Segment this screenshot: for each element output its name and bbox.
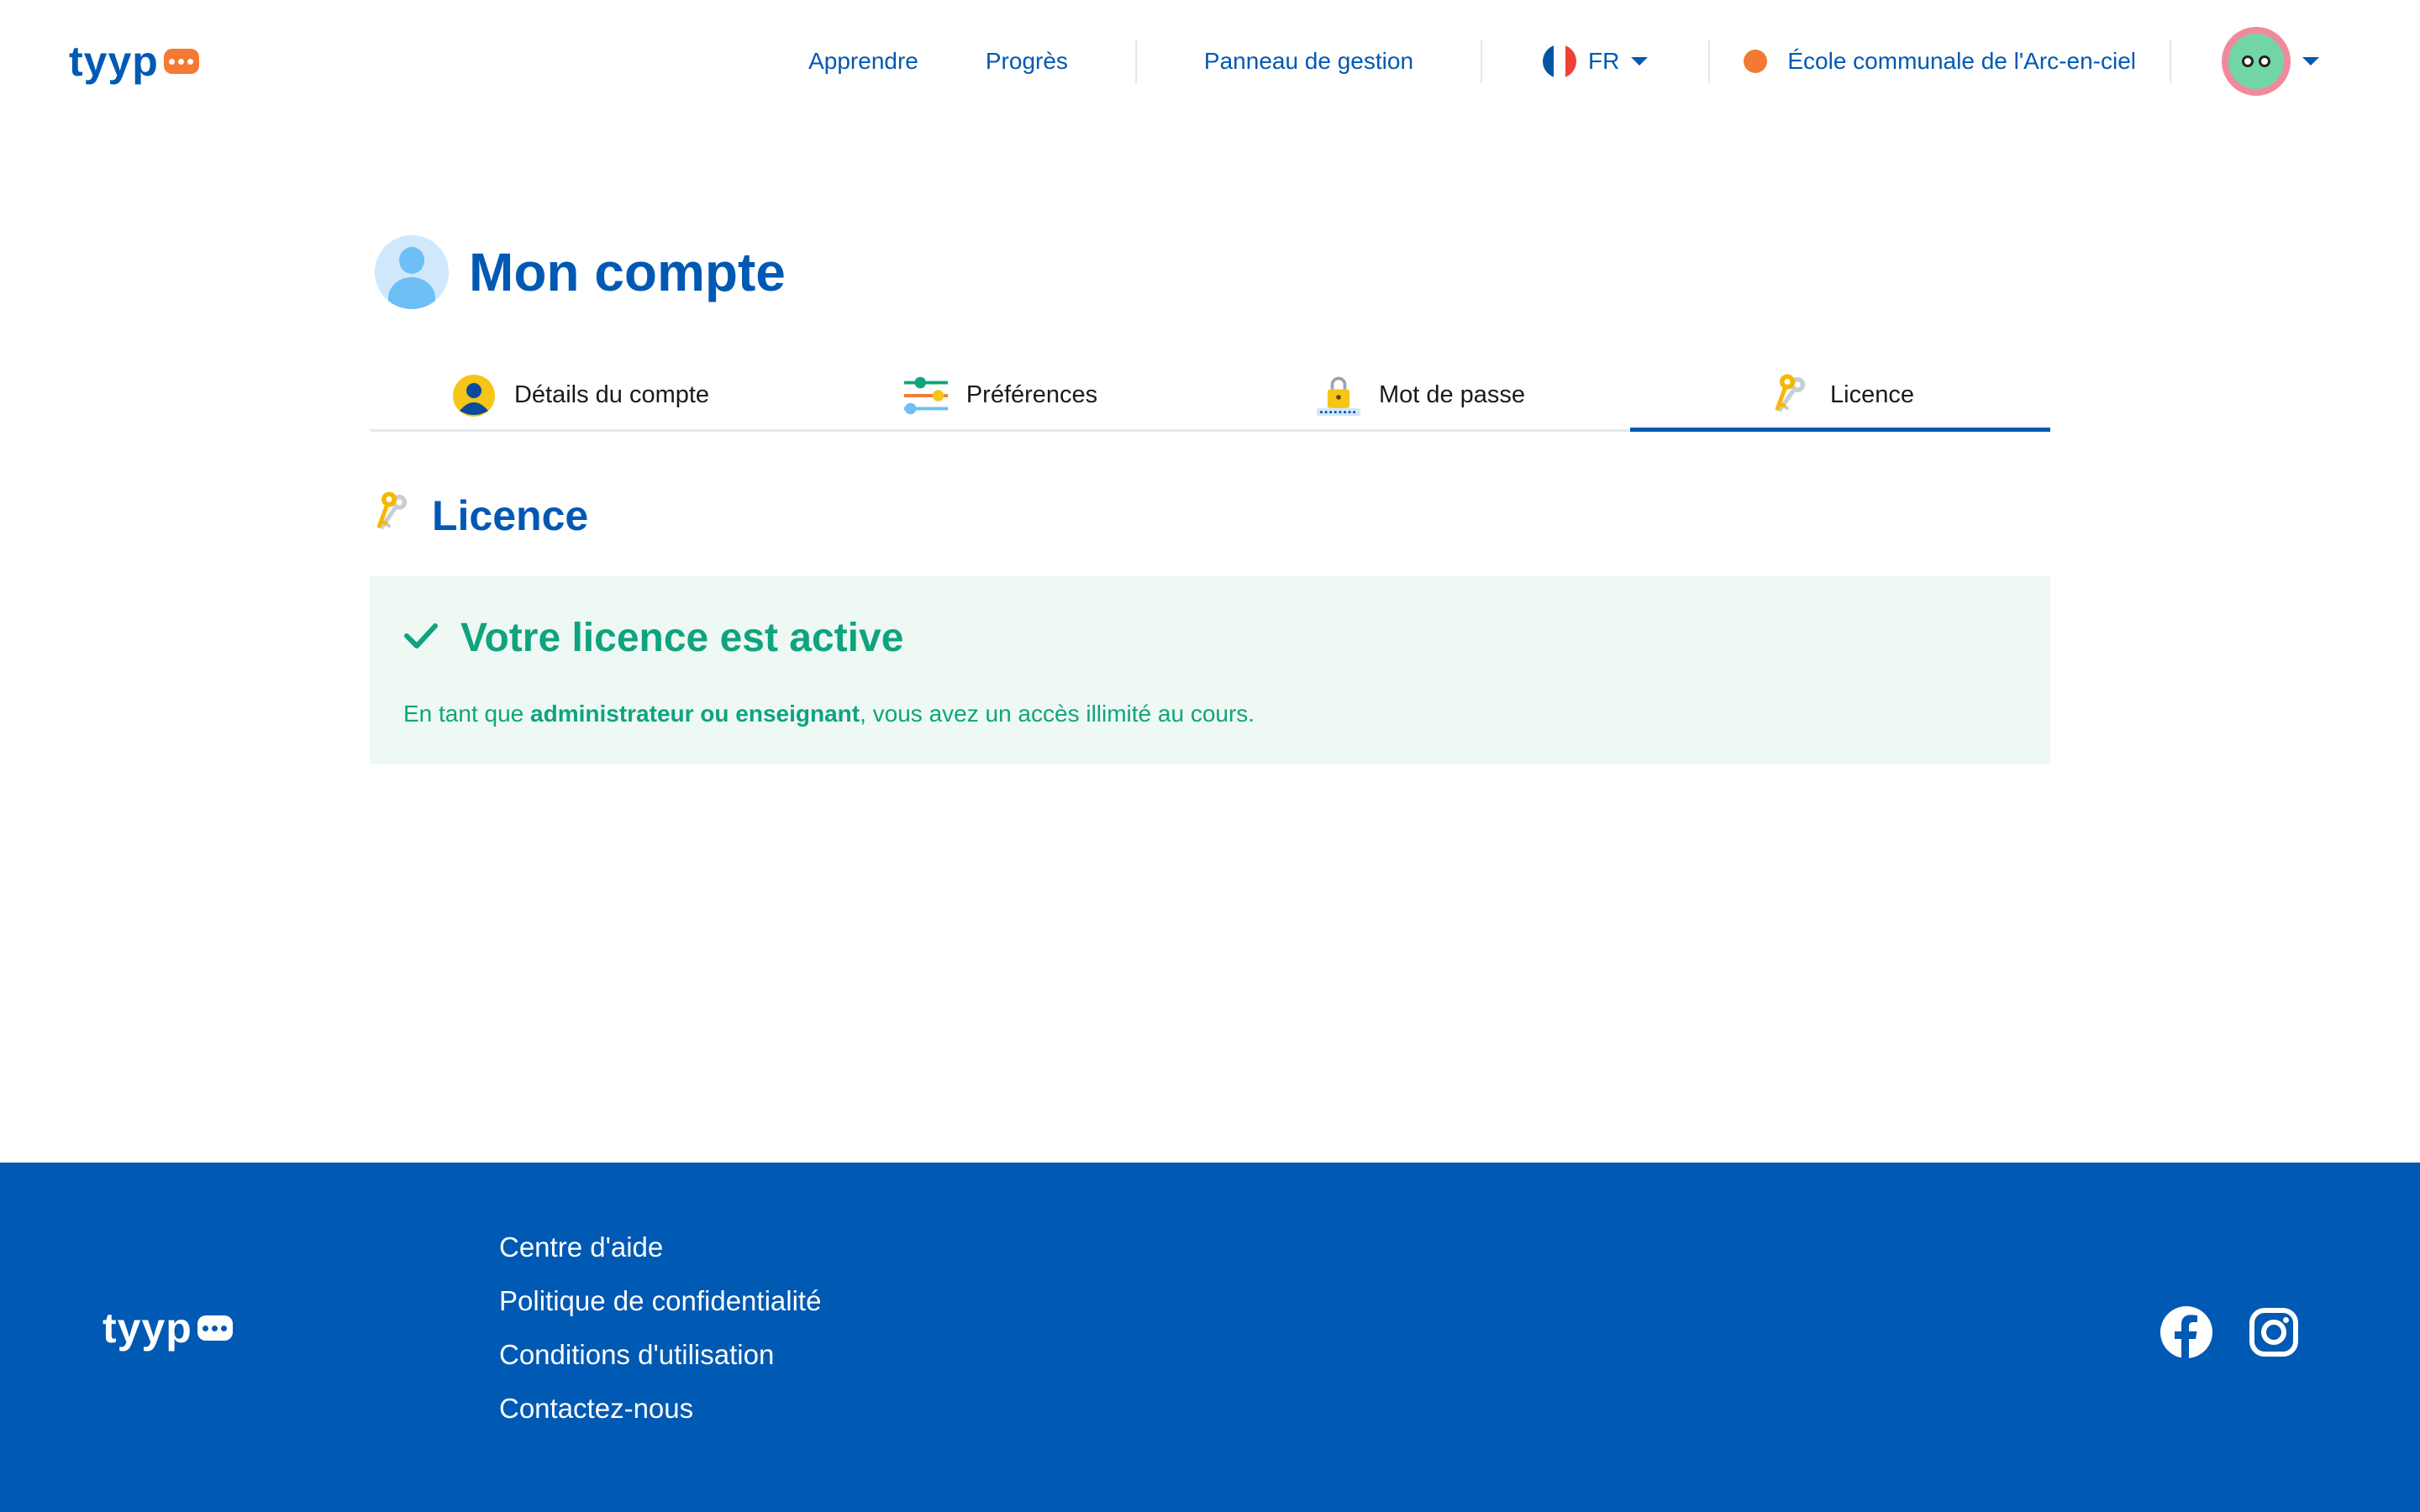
nav-divider [1134,39,1137,83]
status-dot [1744,50,1768,73]
tab-license[interactable]: Licence [1630,361,2050,432]
chevron-down-icon [1631,57,1649,66]
footer: tyyp Centre d'aide Politique de confiden… [0,1163,2420,1512]
instagram-icon[interactable] [2247,1305,2301,1359]
logo-bubble-icon [197,1315,233,1341]
footer-logo[interactable]: tyyp [103,1304,233,1352]
social-links [2160,1305,2301,1359]
header-logo[interactable]: tyyp [69,37,199,86]
nav-learn[interactable]: Apprendre [808,48,918,75]
user-menu[interactable] [2222,27,2319,96]
footer-links: Centre d'aide Politique de confidentiali… [499,1233,821,1423]
tab-password[interactable]: Mot de passe [1210,361,1630,429]
logo-bubble-icon [163,49,199,74]
footer-link-contact[interactable]: Contactez-nous [499,1394,821,1423]
nav-progress[interactable]: Progrès [986,48,1068,75]
license-description: En tant que administrateur ou enseignant… [403,701,1255,727]
language-selector[interactable]: FR [1543,45,1649,78]
nav-divider [2170,39,2171,83]
license-desc-role: administrateur ou enseignant [530,701,860,727]
logo-text: tyyp [103,1305,192,1352]
person-icon [450,372,497,419]
tab-account-details[interactable]: Détails du compte [370,361,790,429]
license-status-text: Votre licence est active [460,616,904,660]
checkmark-icon [403,621,439,655]
facebook-icon[interactable] [2160,1305,2213,1359]
tab-label: Mot de passe [1378,381,1526,408]
logo-text: tyyp [69,38,159,85]
page-title: Mon compte [469,242,786,302]
chevron-down-icon [2302,57,2319,66]
footer-link-help-center[interactable]: Centre d'aide [499,1233,821,1262]
header: tyyp Apprendre Progrès Panneau de gestio… [0,0,2420,123]
tab-label: Détails du compte [513,381,710,408]
avatar [2222,27,2291,96]
tab-preferences[interactable]: Préférences [790,361,1210,429]
lock-icon [1315,372,1362,419]
license-desc-suffix: , vous avez un accès illimité au cours. [860,701,1255,727]
license-status: Votre licence est active [403,615,903,661]
license-status-panel: Votre licence est active En tant que adm… [370,576,2050,764]
tab-label: Préférences [965,381,1098,408]
account-icon [375,235,449,309]
page-header: Mon compte [375,235,786,309]
keys-icon [1766,372,1813,419]
language-label: FR [1588,48,1620,74]
footer-link-privacy[interactable]: Politique de confidentialité [499,1287,821,1315]
footer-link-terms[interactable]: Conditions d'utilisation [499,1341,821,1369]
school-selector[interactable]: École communale de l'Arc-en-ciel [1744,48,2136,75]
top-nav: Apprendre Progrès Panneau de gestion FR … [808,0,2420,123]
section-title: Licence [370,489,588,542]
page: tyyp Apprendre Progrès Panneau de gestio… [0,0,2420,1512]
keys-icon [370,489,413,542]
tab-label: Licence [1830,381,1914,408]
license-desc-prefix: En tant que [403,701,531,727]
school-name: École communale de l'Arc-en-ciel [1787,48,2136,74]
account-tabs: Détails du compte Préférences Mot de pas… [370,361,2050,432]
nav-divider [1481,39,1483,83]
france-flag-icon [1543,45,1577,78]
nav-admin-panel[interactable]: Panneau de gestion [1204,48,1413,75]
sliders-icon [902,372,950,419]
nav-divider [1708,39,1711,83]
section-heading: Licence [432,491,589,539]
